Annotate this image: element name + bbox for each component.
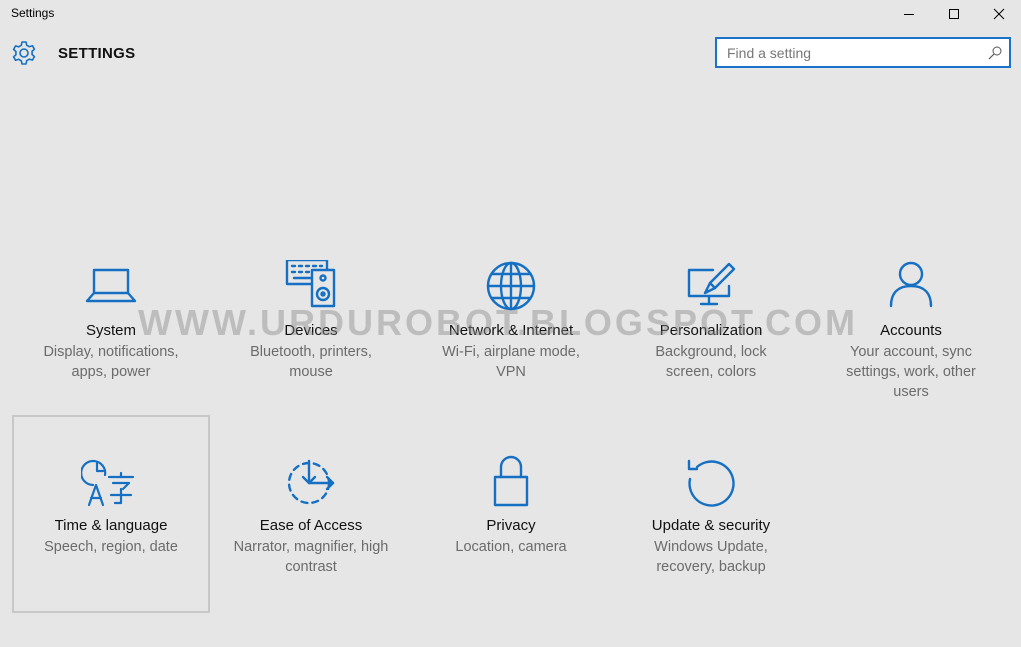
tile-network[interactable]: Network & Internet Wi-Fi, airplane mode,… — [412, 220, 610, 418]
title-bar: Settings — [0, 0, 1021, 28]
tile-name: Ease of Access — [259, 517, 363, 534]
window-title: Settings — [11, 6, 55, 20]
search-input[interactable] — [727, 44, 977, 62]
minimize-button[interactable] — [886, 0, 932, 28]
maximize-button[interactable] — [931, 0, 977, 28]
refresh-icon — [687, 459, 735, 507]
maximize-icon — [949, 9, 959, 19]
laptop-icon — [85, 268, 137, 303]
tile-description: Background, lock screen, colors — [655, 344, 767, 380]
tile-name: Time & language — [54, 517, 168, 534]
person-icon — [889, 261, 933, 308]
globe-icon — [486, 261, 536, 311]
close-button[interactable] — [976, 0, 1021, 28]
close-icon — [993, 8, 1005, 20]
tile-description: Display, notifications, apps, power — [43, 344, 179, 380]
tile-devices[interactable]: Devices Bluetooth, printers, mouse — [212, 220, 410, 418]
tile-name: Update & security — [651, 517, 771, 534]
tile-description: Location, camera — [455, 539, 567, 555]
tile-name: Accounts — [880, 322, 942, 339]
lock-icon — [493, 455, 529, 507]
tile-personalization[interactable]: Personalization Background, lock screen,… — [612, 220, 810, 418]
tile-system[interactable]: System Display, notifications, apps, pow… — [12, 220, 210, 418]
minimize-icon — [904, 14, 914, 15]
tile-name: Privacy — [486, 517, 536, 534]
time-language-icon — [81, 459, 135, 507]
tile-description: Speech, region, date — [44, 539, 178, 555]
devices-icon — [285, 260, 336, 308]
tile-time-language[interactable]: Time & language Speech, region, date — [12, 415, 210, 613]
tile-update-security[interactable]: Update & security Windows Update, recove… — [612, 415, 810, 613]
tile-name: Network & Internet — [448, 322, 574, 339]
tile-privacy[interactable]: Privacy Location, camera — [412, 415, 610, 613]
gear-icon — [12, 41, 36, 65]
search-icon[interactable] — [987, 45, 1003, 61]
tile-accounts[interactable]: Accounts Your account, sync settings, wo… — [812, 220, 1010, 418]
tile-description: Windows Update, recovery, backup — [654, 539, 768, 575]
paintbrush-icon — [687, 262, 736, 306]
tile-description: Wi-Fi, airplane mode, VPN — [442, 344, 580, 380]
tile-description: Bluetooth, printers, mouse — [250, 344, 372, 380]
tile-ease-of-access[interactable]: Ease of Access Narrator, magnifier, high… — [212, 415, 410, 613]
tile-description: Narrator, magnifier, high contrast — [233, 539, 389, 575]
tile-description: Your account, sync settings, work, other… — [846, 344, 976, 400]
page-title: SETTINGS — [58, 45, 136, 62]
tile-name: Personalization — [659, 322, 763, 339]
search-box[interactable] — [715, 37, 1011, 68]
tile-name: Devices — [284, 322, 338, 339]
ease-of-access-icon — [287, 459, 335, 505]
tile-name: System — [85, 322, 136, 339]
